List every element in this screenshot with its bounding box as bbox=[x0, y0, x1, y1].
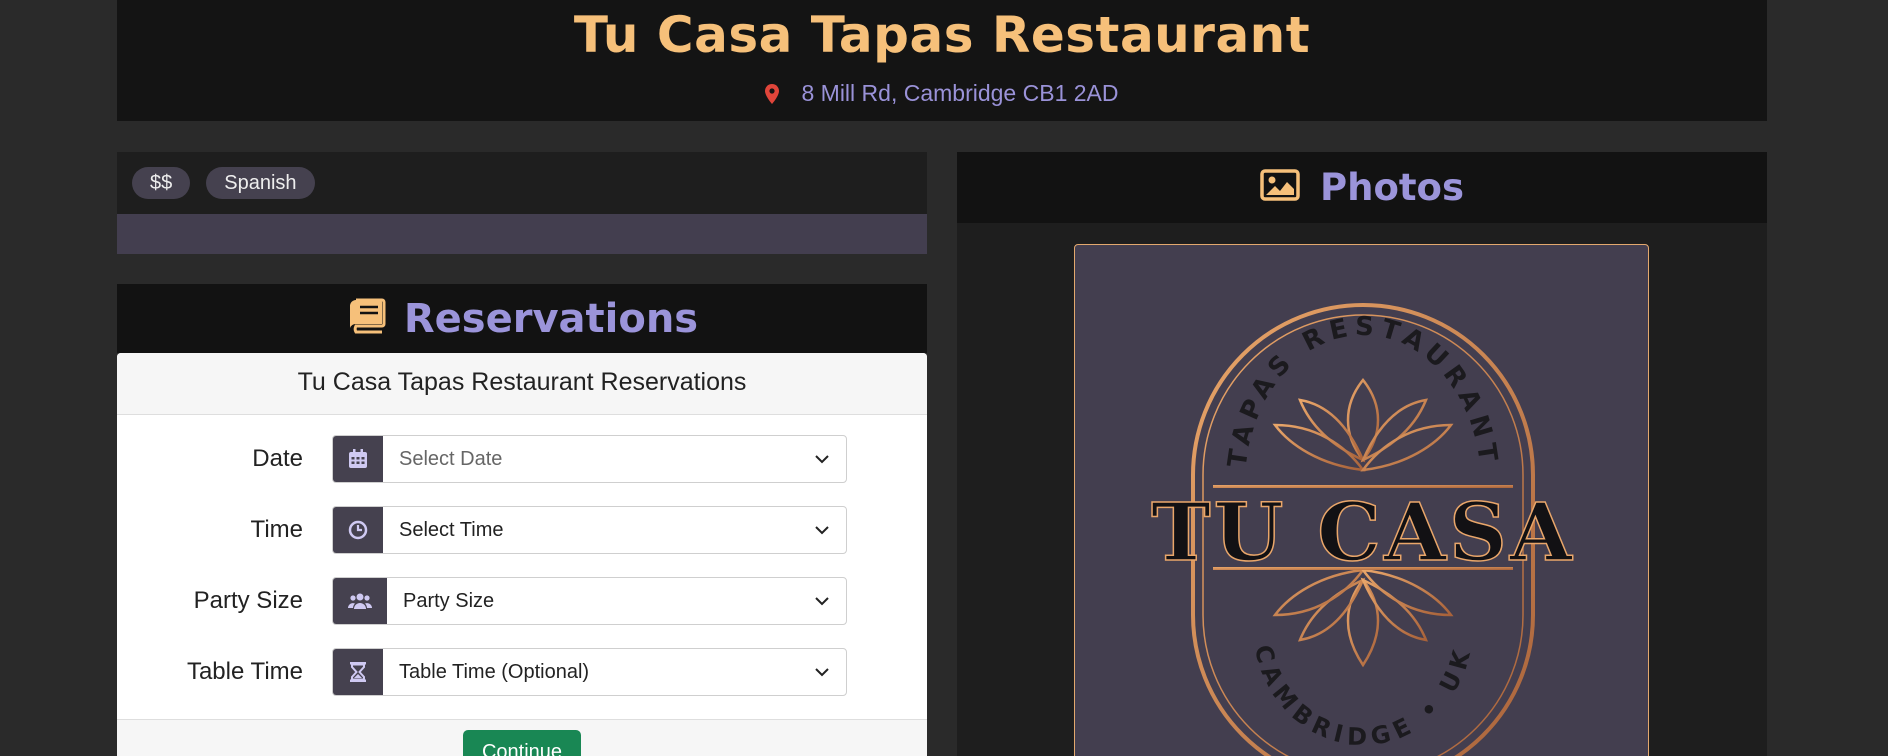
users-icon bbox=[333, 578, 387, 624]
reservations-header: Reservations bbox=[117, 284, 927, 353]
continue-button[interactable]: Continue bbox=[463, 730, 581, 756]
tags-bar: $$ Spanish bbox=[117, 152, 927, 214]
reservations-title: Reservations bbox=[403, 295, 699, 342]
party-size-select[interactable]: Party Size bbox=[332, 577, 847, 625]
restaurant-title: Tu Casa Tapas Restaurant bbox=[573, 6, 1311, 64]
chevron-down-icon bbox=[815, 455, 829, 464]
map-marker-icon bbox=[765, 83, 780, 104]
chevron-down-icon bbox=[815, 668, 829, 677]
chevron-down-icon bbox=[815, 597, 829, 606]
chevron-down-icon bbox=[815, 526, 829, 535]
tu-casa-logo: TAPAS RESTAURANT TU CASA CAMBRIDGE • UK bbox=[1150, 303, 1575, 756]
reservation-card-title: Tu Casa Tapas Restaurant Reservations bbox=[117, 353, 927, 415]
time-row: Time Select Time bbox=[117, 506, 927, 554]
svg-text:TU CASA: TU CASA bbox=[1151, 485, 1575, 579]
table-time-row: Table Time Table Time (Optional) bbox=[117, 648, 927, 696]
time-select[interactable]: Select Time bbox=[332, 506, 847, 554]
party-size-row: Party Size Party Size bbox=[117, 577, 927, 625]
time-label: Time bbox=[250, 516, 303, 543]
restaurant-address[interactable]: 8 Mill Rd, Cambridge CB1 2AD bbox=[117, 80, 1767, 107]
image-icon bbox=[1260, 169, 1300, 206]
reservation-card: Tu Casa Tapas Restaurant Reservations Da… bbox=[117, 353, 927, 756]
photos-body: TAPAS RESTAURANT TU CASA CAMBRIDGE • UK bbox=[957, 223, 1767, 756]
cuisine-tag: Spanish bbox=[206, 167, 315, 199]
reservation-card-footer: Continue bbox=[117, 719, 927, 756]
clock-icon bbox=[333, 507, 383, 553]
party-size-select-value[interactable]: Party Size bbox=[387, 578, 846, 624]
info-strip bbox=[117, 214, 927, 254]
hourglass-icon bbox=[333, 649, 383, 695]
photos-header: Photos bbox=[957, 152, 1767, 223]
date-row: Date Select Date bbox=[117, 435, 927, 483]
photos-title: Photos bbox=[1319, 166, 1464, 209]
calendar-icon bbox=[333, 436, 383, 482]
date-label: Date bbox=[252, 445, 303, 472]
book-icon bbox=[346, 298, 386, 339]
time-select-value[interactable]: Select Time bbox=[383, 507, 846, 553]
restaurant-logo-photo[interactable]: TAPAS RESTAURANT TU CASA CAMBRIDGE • UK bbox=[1074, 244, 1649, 756]
price-tag: $$ bbox=[132, 167, 191, 199]
restaurant-header: Tu Casa Tapas Restaurant 8 Mill Rd, Camb… bbox=[117, 0, 1767, 121]
table-time-select-value[interactable]: Table Time (Optional) bbox=[383, 649, 846, 695]
table-time-select[interactable]: Table Time (Optional) bbox=[332, 648, 847, 696]
address-text[interactable]: 8 Mill Rd, Cambridge CB1 2AD bbox=[801, 80, 1118, 107]
party-size-label: Party Size bbox=[193, 587, 303, 614]
date-select[interactable]: Select Date bbox=[332, 435, 847, 483]
table-time-label: Table Time bbox=[186, 658, 303, 685]
date-select-value[interactable]: Select Date bbox=[383, 436, 846, 482]
